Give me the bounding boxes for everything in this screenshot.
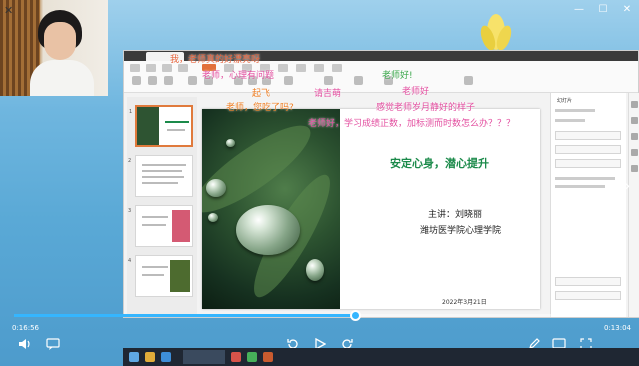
slide-thumbnail[interactable]: 4 bbox=[128, 255, 193, 297]
minimize-icon[interactable]: — bbox=[567, 0, 591, 18]
next-slide-icon[interactable]: › bbox=[624, 176, 630, 195]
panel-field[interactable] bbox=[555, 291, 621, 300]
webcam-feed: ✕ bbox=[0, 0, 108, 96]
textbox-icon[interactable] bbox=[354, 76, 363, 85]
danmaku-comment: 感觉老师岁月静好的样子 bbox=[376, 103, 476, 113]
slide-thumbnail[interactable]: 2 bbox=[128, 155, 193, 197]
properties-panel: 幻灯片 bbox=[550, 93, 626, 317]
slideshow-tab[interactable] bbox=[296, 64, 306, 72]
slide-number: 1 bbox=[129, 109, 133, 115]
tool-icon[interactable] bbox=[631, 165, 638, 172]
app-icon[interactable] bbox=[247, 352, 257, 362]
slide-thumbnail[interactable]: 1 bbox=[129, 105, 193, 147]
slide-number: 4 bbox=[128, 258, 132, 264]
tool-icon[interactable] bbox=[631, 117, 638, 124]
slide-thumbnails: 1 2 3 4 bbox=[127, 97, 197, 315]
close-icon[interactable]: ✕ bbox=[4, 4, 13, 17]
animation-tab[interactable] bbox=[278, 64, 288, 72]
undo-icon[interactable] bbox=[162, 64, 172, 72]
align-icon[interactable] bbox=[284, 76, 293, 85]
panel-field[interactable] bbox=[555, 145, 621, 154]
paste-icon[interactable] bbox=[132, 76, 141, 85]
presenter-body bbox=[30, 60, 94, 96]
danmaku-comment: 起飞 bbox=[252, 89, 271, 99]
review-tab[interactable] bbox=[314, 64, 324, 72]
progress-bar[interactable] bbox=[14, 310, 625, 321]
start-icon[interactable] bbox=[129, 352, 139, 362]
slide-organization: 潍坊医学院心理学院 bbox=[420, 226, 502, 236]
water-drop-photo bbox=[202, 109, 340, 309]
danmaku-comment: 老师好 bbox=[402, 87, 430, 97]
new-slide-icon[interactable] bbox=[188, 76, 197, 85]
slide-thumbnail[interactable]: 3 bbox=[128, 205, 193, 247]
maximize-icon[interactable]: ☐ bbox=[591, 0, 615, 18]
view-tab[interactable] bbox=[332, 64, 342, 72]
format-icon[interactable] bbox=[164, 76, 173, 85]
app-icon[interactable] bbox=[263, 352, 273, 362]
window-controls: — ☐ ✕ bbox=[567, 0, 639, 18]
danmaku-comment: 老师，心理有问题 bbox=[202, 71, 275, 81]
tool-icon[interactable] bbox=[631, 101, 638, 108]
progress-fill bbox=[14, 314, 357, 317]
slide-number: 3 bbox=[128, 208, 132, 214]
close-icon[interactable]: ✕ bbox=[615, 0, 639, 18]
volume-icon[interactable] bbox=[18, 338, 32, 350]
presenter-face bbox=[44, 22, 76, 60]
find-icon[interactable] bbox=[464, 76, 473, 85]
menu-icon[interactable] bbox=[130, 64, 140, 72]
app-icon[interactable] bbox=[231, 352, 241, 362]
current-time: 0:16:56 bbox=[12, 324, 39, 332]
danmaku-icon[interactable] bbox=[46, 338, 60, 350]
slide-speaker: 主讲：刘晓丽 bbox=[428, 210, 483, 220]
presentation-window: 1 2 3 4 安定心身，潜心提升 主讲：刘晓丽 潍坊医学院心理学院 2022年… bbox=[123, 50, 639, 318]
browser-icon[interactable] bbox=[161, 352, 171, 362]
danmaku-comment: 请吉萌 bbox=[314, 89, 342, 99]
shape-icon[interactable] bbox=[324, 76, 333, 85]
flower-decoration bbox=[480, 14, 512, 51]
panel-field[interactable] bbox=[555, 159, 621, 168]
panel-field[interactable] bbox=[555, 131, 621, 140]
cut-icon[interactable] bbox=[148, 76, 157, 85]
danmaku-comment: 我，老师真的好漂亮呀 bbox=[170, 55, 261, 65]
taskbar-app-button[interactable] bbox=[183, 350, 225, 364]
tool-icon[interactable] bbox=[631, 133, 638, 140]
folder-icon[interactable] bbox=[145, 352, 155, 362]
slide-date: 2022年3月21日 bbox=[442, 299, 487, 306]
current-slide: 安定心身，潜心提升 主讲：刘晓丽 潍坊医学院心理学院 2022年3月21日 bbox=[202, 109, 540, 309]
panel-field[interactable] bbox=[555, 277, 621, 286]
slide-title: 安定心身，潜心提升 bbox=[390, 157, 489, 170]
danmaku-comment: 老师，您吃了吗? bbox=[226, 103, 294, 113]
screen: — ☐ ✕ ✕ 1 2 3 4 安定心身，潜心提升 主讲：刘晓丽 潍坊医学院心理… bbox=[0, 0, 639, 366]
total-time: 0:13:04 bbox=[604, 324, 631, 332]
redo-icon[interactable] bbox=[178, 64, 188, 72]
danmaku-comment: 老师好，学习成绩正数，加标测而时数怎么办？？？ bbox=[308, 119, 516, 129]
side-toolbar bbox=[628, 93, 639, 317]
danmaku-comment: 老师好! bbox=[382, 71, 413, 81]
save-icon[interactable] bbox=[146, 64, 156, 72]
taskbar bbox=[123, 348, 639, 366]
slide-number: 2 bbox=[128, 158, 132, 164]
panel-title: 幻灯片 bbox=[557, 98, 573, 104]
progress-knob[interactable] bbox=[350, 310, 362, 321]
tool-icon[interactable] bbox=[631, 149, 638, 156]
